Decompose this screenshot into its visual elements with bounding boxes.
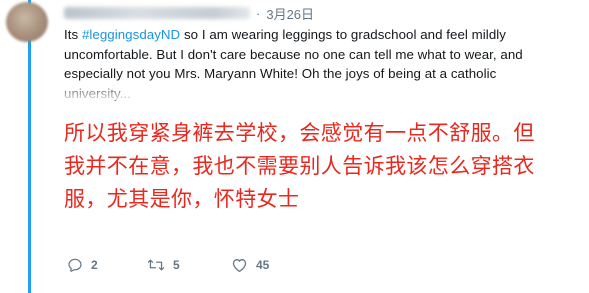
translation-line-3: 服，尤其是你，怀特女士 xyxy=(64,187,300,211)
tweet-screenshot: · 3月26日 Its #leggingsdayND so I am weari… xyxy=(0,0,589,293)
tweet-text-line-1: Its #leggingsdayND so I am wearing leggi… xyxy=(64,25,569,45)
tweet-date[interactable]: 3月26日 xyxy=(266,4,314,23)
selection-rail xyxy=(28,0,31,293)
translation-line-2: 我并不在意，我也不需要别人告诉我该怎么穿搭衣 xyxy=(64,154,535,178)
avatar[interactable] xyxy=(6,2,48,42)
heart-icon xyxy=(232,259,247,273)
retweet-icon xyxy=(147,259,165,271)
reply-icon xyxy=(68,258,82,272)
retweet-button[interactable]: 5 xyxy=(147,257,231,273)
tweet-text-line-1-rest: so I am wearing leggings to gradschool a… xyxy=(180,27,506,42)
retweet-count: 5 xyxy=(173,258,180,272)
tweet-text-line-2: uncomfortable. But I don't care because … xyxy=(64,46,523,62)
header-separator: · xyxy=(256,5,261,21)
tweet-text-prefix: Its xyxy=(64,27,82,42)
tweet-actions: 2 5 45 xyxy=(67,255,311,275)
tweet-header: · 3月26日 xyxy=(64,4,314,22)
reply-count: 2 xyxy=(91,258,98,272)
translation-line-1: 所以我穿紧身裤去学校，会感觉有一点不舒服。但 xyxy=(64,121,535,145)
reply-button[interactable]: 2 xyxy=(67,257,147,273)
chinese-translation: 所以我穿紧身裤去学校，会感觉有一点不舒服。但 我并不在意，我也不需要别人告诉我该… xyxy=(64,117,589,216)
hashtag-link[interactable]: #leggingsdayND xyxy=(82,27,180,42)
blurred-username[interactable] xyxy=(64,7,250,19)
text-fade-overlay xyxy=(64,80,569,100)
like-count: 45 xyxy=(256,258,270,272)
like-button[interactable]: 45 xyxy=(231,257,311,273)
